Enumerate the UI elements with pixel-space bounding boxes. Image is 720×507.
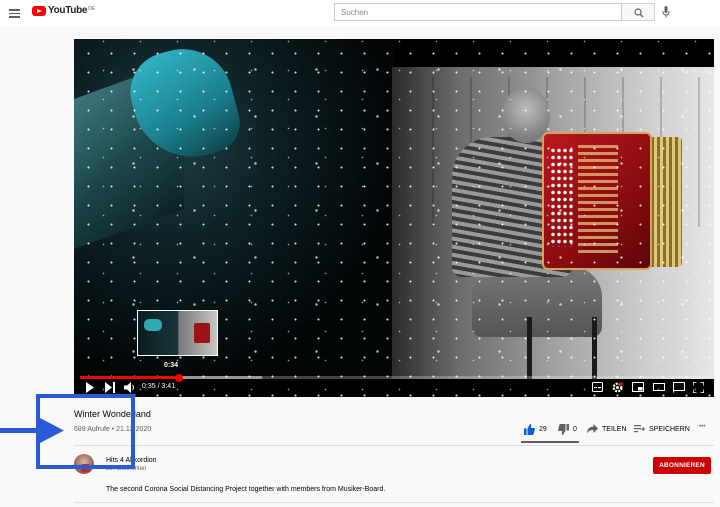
playlist-add-icon <box>634 425 645 433</box>
like-button[interactable]: 29 <box>524 424 547 435</box>
subtitles-icon[interactable] <box>592 382 603 392</box>
like-count: 29 <box>539 426 547 433</box>
settings-icon[interactable] <box>612 382 623 393</box>
fullscreen-icon[interactable] <box>693 382 704 393</box>
microphone-icon[interactable] <box>662 6 670 18</box>
video-description: The second Corona Social Distancing Proj… <box>106 486 386 493</box>
divider <box>74 502 714 503</box>
progress-played <box>80 376 180 379</box>
menu-icon[interactable] <box>9 9 20 18</box>
share-button[interactable]: TEILEN <box>587 424 627 434</box>
dislike-button[interactable]: 0 <box>558 424 577 435</box>
seek-preview-thumbnail <box>137 310 218 356</box>
logo-text: YouTube <box>48 5 88 16</box>
thumbs-down-icon <box>558 424 569 435</box>
more-actions-icon[interactable]: ••• <box>699 424 705 430</box>
play-icon[interactable] <box>85 382 95 393</box>
thumbs-up-icon <box>524 424 535 435</box>
annotation-arrow-icon <box>0 418 64 443</box>
like-sentiment-bar <box>521 441 579 443</box>
seek-preview-time: 0:34 <box>164 362 179 369</box>
divider <box>74 445 714 446</box>
next-icon[interactable] <box>105 382 115 393</box>
theater-mode-icon[interactable] <box>653 382 665 392</box>
video-frame-right <box>392 67 714 379</box>
search-icon <box>634 8 644 18</box>
dislike-count: 0 <box>573 426 577 433</box>
channel-name[interactable]: Hits 4 Akkordion <box>106 457 157 464</box>
share-icon <box>587 424 598 434</box>
share-label: TEILEN <box>602 425 627 433</box>
video-actions: 29 0 TEILEN SPEICHERN ••• <box>0 424 720 440</box>
volume-icon[interactable] <box>124 382 136 393</box>
youtube-logo[interactable]: YouTube DE <box>32 6 95 16</box>
masthead: YouTube DE Suchen <box>0 0 720 26</box>
video-player[interactable]: 0:34 0:35 / 3:41 <box>74 39 714 397</box>
search-input[interactable]: Suchen <box>334 3 622 21</box>
cast-icon[interactable] <box>673 382 685 393</box>
youtube-play-icon <box>32 6 46 16</box>
channel-avatar[interactable] <box>74 454 94 474</box>
search-button[interactable] <box>622 3 655 21</box>
subscriber-count: 23 Abonnenten <box>106 466 147 472</box>
logo-region: DE <box>88 6 96 12</box>
video-frame-left <box>74 39 394 379</box>
player-controls: 0:35 / 3:41 <box>74 380 714 397</box>
miniplayer-icon[interactable] <box>632 382 644 392</box>
time-display: 0:35 / 3:41 <box>142 383 176 390</box>
video-title: Winter Wonderland <box>74 409 151 419</box>
subscribe-button[interactable]: ABONNIEREN <box>653 457 711 474</box>
save-label: SPEICHERN <box>649 425 690 433</box>
save-button[interactable]: SPEICHERN <box>634 424 690 434</box>
progress-bar[interactable] <box>80 373 708 382</box>
